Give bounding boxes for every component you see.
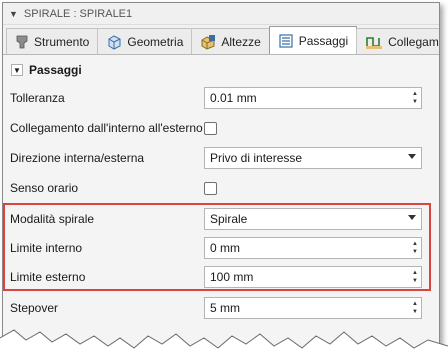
tab-geometria[interactable]: Geometria — [97, 28, 193, 54]
row-modalita: Modalità spirale Spirale — [0, 204, 436, 234]
limite-esterno-stepper[interactable]: ▲ ▼ — [409, 267, 421, 287]
limite-interno-value: 0 mm — [210, 241, 240, 255]
stepover-input[interactable]: 5 mm ▲ ▼ — [204, 297, 422, 319]
geometry-icon — [108, 34, 121, 50]
spin-up-icon[interactable]: ▲ — [412, 90, 418, 98]
direzione-value: Privo di interesse — [210, 151, 303, 165]
senso-label: Senso orario — [10, 181, 79, 195]
dropdown-arrow-icon[interactable] — [408, 154, 416, 159]
tab-bar: Strumento Geometria Altezze Passaggi Col… — [3, 25, 439, 55]
spin-up-icon[interactable]: ▲ — [412, 240, 418, 248]
collapse-triangle-icon[interactable]: ▼ — [9, 9, 18, 19]
tolleranza-label: Tolleranza — [10, 91, 65, 105]
collegamento-label: Collegamento dall'interno all'esterno — [10, 121, 203, 135]
row-collegamento: Collegamento dall'interno all'esterno — [0, 113, 436, 143]
tool-icon — [16, 35, 28, 48]
row-limite-interno: Limite interno 0 mm ▲ ▼ — [0, 233, 436, 263]
chevron-down-icon[interactable]: ▼ — [11, 64, 23, 76]
tab-altezze[interactable]: Altezze — [191, 28, 270, 54]
torn-edge — [0, 329, 448, 358]
stepover-value: 5 mm — [210, 301, 240, 315]
spin-down-icon[interactable]: ▼ — [412, 277, 418, 285]
stepover-stepper[interactable]: ▲ ▼ — [409, 298, 421, 318]
spin-down-icon[interactable]: ▼ — [412, 308, 418, 316]
spin-down-icon[interactable]: ▼ — [412, 98, 418, 106]
limite-interno-input[interactable]: 0 mm ▲ ▼ — [204, 237, 422, 259]
window-title: SPIRALE : SPIRALE1 — [23, 7, 133, 20]
spin-up-icon[interactable]: ▲ — [412, 300, 418, 308]
spin-down-icon[interactable]: ▼ — [412, 248, 418, 256]
row-direzione: Direzione interna/esterna Privo di inter… — [0, 143, 436, 173]
tolleranza-input[interactable]: 0.01 mm ▲ ▼ — [204, 87, 422, 109]
row-senso: Senso orario — [0, 173, 436, 203]
dropdown-arrow-icon[interactable] — [408, 215, 416, 220]
limite-esterno-value: 100 mm — [210, 270, 254, 284]
spin-up-icon[interactable]: ▲ — [412, 269, 418, 277]
direzione-select[interactable]: Privo di interesse — [204, 147, 422, 169]
tab-label: Collegamento — [388, 34, 439, 49]
heights-icon — [201, 34, 216, 50]
senso-checkbox[interactable] — [204, 181, 217, 195]
tolleranza-value: 0.01 mm — [210, 91, 257, 105]
direzione-label: Direzione interna/esterna — [10, 151, 145, 165]
modalita-value: Spirale — [210, 212, 248, 226]
modalita-select[interactable]: Spirale — [204, 208, 422, 230]
modalita-label: Modalità spirale — [10, 212, 95, 226]
tab-passaggi[interactable]: Passaggi — [268, 26, 358, 54]
limite-interno-label: Limite interno — [10, 241, 83, 255]
section-header-passaggi[interactable]: ▼ Passaggi — [3, 55, 439, 85]
tolleranza-stepper[interactable]: ▲ ▼ — [409, 88, 421, 108]
section-title: Passaggi — [29, 63, 82, 77]
tab-strumento[interactable]: Strumento — [6, 28, 99, 54]
tab-label: Passaggi — [298, 33, 349, 48]
title-bar[interactable]: ▼ SPIRALE : SPIRALE1 — [3, 3, 439, 25]
row-limite-esterno: Limite esterno 100 mm ▲ ▼ — [0, 262, 436, 292]
passes-icon — [279, 33, 293, 48]
collegamento-checkbox[interactable] — [204, 121, 217, 135]
row-tolleranza: Tolleranza 0.01 mm ▲ ▼ — [0, 83, 436, 113]
tab-label: Geometria — [127, 34, 184, 49]
tab-label: Altezze — [221, 34, 261, 49]
limite-interno-stepper[interactable]: ▲ ▼ — [409, 238, 421, 258]
stepover-label: Stepover — [10, 301, 59, 315]
linking-icon — [366, 36, 383, 49]
limite-esterno-label: Limite esterno — [10, 270, 86, 284]
limite-esterno-input[interactable]: 100 mm ▲ ▼ — [204, 266, 422, 288]
tab-label: Strumento — [34, 34, 90, 49]
tab-collegamento[interactable]: Collegamento — [356, 28, 439, 54]
